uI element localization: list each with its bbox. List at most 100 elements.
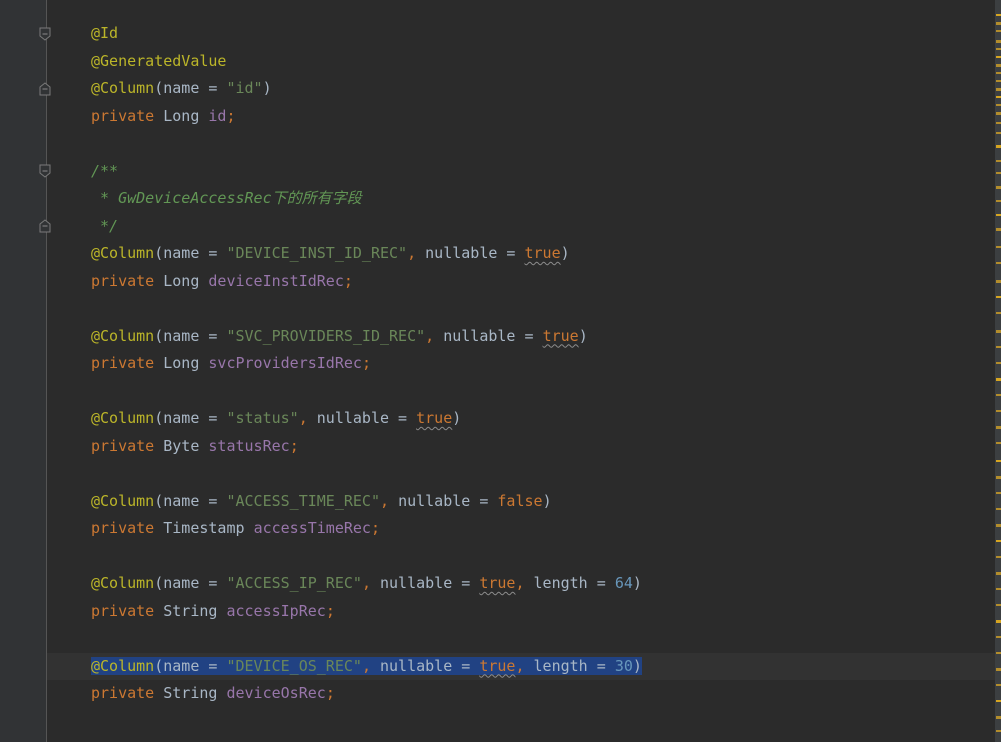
code-line[interactable]: private Timestamp accessTimeRec; [47,515,995,543]
code-token: "DEVICE_OS_REC" [226,656,362,675]
code-token: nullable = [425,244,525,262]
scroll-marker [996,64,1001,67]
editor-gutter [0,0,51,742]
code-token: "id" [226,79,263,97]
code-line[interactable]: @Column(name = "SVC_PROVIDERS_ID_REC", n… [47,323,995,351]
code-line[interactable]: @Column(name = "id") [47,75,995,103]
code-token: String [154,601,227,620]
scroll-marker [996,296,1001,298]
code-token: ) [262,79,272,97]
scroll-marker [996,40,1001,43]
code-line[interactable]: private Long deviceInstIdRec; [47,268,995,296]
scroll-marker [996,378,1001,381]
code-token: ; [343,271,353,290]
code-token: ) [542,491,552,510]
scroll-marker [996,280,1001,283]
code-line[interactable] [47,460,995,488]
code-token: "status" [226,409,299,427]
scroll-marker [996,160,1001,162]
scroll-marker [996,636,1001,638]
code-token: String [154,684,227,702]
scroll-marker [996,604,1001,606]
code-token: ) [632,656,642,675]
code-token: @Id [91,24,119,42]
code-token: */ [91,216,119,235]
code-token: 30 [614,656,633,675]
scroll-marker [996,572,1001,575]
code-token: , [361,574,380,592]
code-line[interactable]: private Byte statusRec; [47,433,995,461]
code-token: deviceInstIdRec [208,271,344,290]
code-token: true [479,574,516,592]
scroll-marker [996,214,1001,216]
code-token: (name = [154,656,227,675]
scroll-marker [996,186,1001,189]
error-stripe-scrollbar[interactable] [995,0,1001,742]
scroll-marker [996,362,1001,364]
code-line[interactable]: /** [47,158,995,186]
code-token: @Column [91,326,155,345]
scroll-marker [996,492,1001,494]
code-line[interactable] [47,378,995,406]
code-lines[interactable]: @Id @GeneratedValue @Column(name = "id") pr… [47,20,995,708]
code-editor[interactable]: @Id @GeneratedValue @Column(name = "id") pr… [0,0,1001,742]
code-token: , [298,409,317,427]
code-line[interactable]: @Column(name = "ACCESS_IP_REC", nullable… [47,570,995,598]
code-token: (name = [154,244,227,262]
code-token: length = [533,656,615,675]
code-token: ; [325,684,335,702]
code-token: private [91,601,155,620]
scroll-marker [996,476,1001,479]
scroll-marker [996,730,1001,732]
code-token: ; [361,354,371,372]
code-line[interactable]: @Id [47,20,995,48]
scroll-marker [996,540,1001,542]
code-line[interactable]: private String deviceOsRec; [47,680,995,708]
code-token: @GeneratedValue [91,51,227,70]
code-line[interactable]: private Long id; [47,103,995,131]
code-line[interactable]: private String accessIpRec; [47,598,995,626]
code-token: accessIpRec [226,601,326,620]
code-token: @Column [91,409,155,427]
code-token: Long [154,271,209,290]
code-token: deviceOsRec [226,684,326,702]
code-line[interactable]: private Long svcProvidersIdRec; [47,350,995,378]
code-token: (name = [154,409,227,427]
code-token: true [416,409,453,427]
code-line[interactable]: * GwDeviceAccessRec下的所有字段 [47,185,995,213]
scroll-marker [996,132,1001,134]
scroll-marker [996,14,1001,16]
scroll-marker [996,104,1001,106]
code-token: @Column [91,244,155,262]
code-token: private [91,684,155,702]
code-token: (name = [154,491,227,510]
scroll-marker [996,22,1001,25]
code-token: , [515,656,534,675]
code-line[interactable]: @Column(name = "status", nullable = true… [47,405,995,433]
code-token: ; [370,519,380,537]
code-token: @Column [91,656,155,675]
code-token: svcProvidersIdRec [208,354,362,372]
code-token: true [524,244,561,262]
code-token: ; [226,106,236,125]
code-token: , [407,244,426,262]
scroll-marker [996,200,1001,202]
code-token: private [91,519,155,537]
code-line[interactable] [47,625,995,653]
scroll-marker [996,246,1001,248]
scroll-marker [996,172,1001,174]
code-line[interactable]: @Column(name = "DEVICE_OS_REC", nullable… [47,652,995,680]
code-line[interactable]: */ [47,213,995,241]
scroll-marker [996,410,1001,412]
code-token: id [208,106,227,125]
scroll-marker [996,684,1001,686]
code-token: true [542,326,579,345]
code-token: ; [289,436,299,455]
code-token: nullable = [398,491,498,510]
code-line[interactable]: @GeneratedValue [47,48,995,76]
code-line[interactable] [47,295,995,323]
code-line[interactable] [47,543,995,571]
code-line[interactable] [47,130,995,158]
code-line[interactable]: @Column(name = "DEVICE_INST_ID_REC", nul… [47,240,995,268]
code-line[interactable]: @Column(name = "ACCESS_TIME_REC", nullab… [47,488,995,516]
